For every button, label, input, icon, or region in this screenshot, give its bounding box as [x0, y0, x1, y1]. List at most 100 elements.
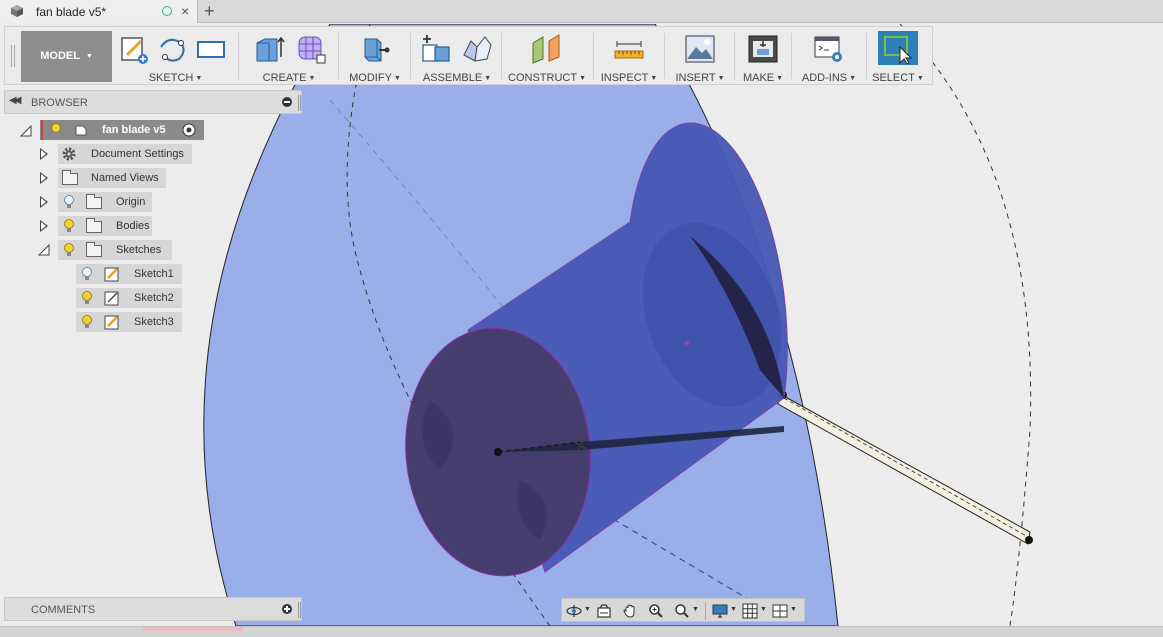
collapse-triangle-icon[interactable]: [38, 244, 50, 256]
spline-icon[interactable]: [157, 33, 189, 65]
display-dropdown-icon[interactable]: ▼: [730, 606, 737, 613]
new-component-icon[interactable]: [419, 33, 451, 65]
visibility-bulb-icon[interactable]: [81, 267, 93, 281]
zoom-icon[interactable]: [648, 603, 664, 619]
select-group-label[interactable]: SELECT ▼: [871, 72, 925, 84]
inspect-group-label[interactable]: INSPECT ▼: [598, 72, 660, 84]
document-tab-bar: fan blade v5* × +: [0, 0, 1163, 23]
component-icon: [75, 125, 87, 136]
browser-root-label: fan blade v5: [102, 124, 166, 136]
sketch-point[interactable]: [1025, 536, 1033, 544]
orbit-dropdown-icon[interactable]: ▼: [584, 606, 591, 613]
browser-item-bodies[interactable]: Bodies: [36, 216, 160, 236]
offset-plane-icon[interactable]: [531, 33, 563, 65]
minimize-icon[interactable]: [282, 97, 292, 107]
add-ins-group: ADD-INS ▼: [796, 27, 862, 86]
document-tab-title: fan blade v5*: [36, 5, 107, 19]
add-comment-icon[interactable]: [282, 604, 292, 614]
nav-divider: [705, 602, 706, 620]
zoom-dropdown-icon[interactable]: ▼: [692, 606, 699, 613]
navigation-bar: ▼ ▼ ▼ ▼ ▼: [561, 598, 805, 622]
visibility-bulb-icon[interactable]: [63, 219, 75, 233]
display-settings-icon[interactable]: [712, 603, 728, 619]
measure-icon[interactable]: [613, 33, 645, 65]
browser-panel-header[interactable]: ◀◀ BROWSER: [4, 90, 302, 114]
visibility-bulb-icon[interactable]: [50, 123, 62, 137]
make-group-label[interactable]: MAKE ▼: [739, 72, 787, 84]
press-pull-icon[interactable]: [359, 33, 391, 65]
ribbon-toolbar: MODEL ▼ SKETCH ▼ CREATE ▼ MODIFY ▼ ASSEM…: [4, 26, 933, 85]
sketch-group-label[interactable]: SKETCH ▼: [117, 72, 234, 84]
toolbar-divider: [734, 33, 735, 79]
browser-item-sketches[interactable]: Sketches: [36, 240, 176, 260]
scripts-icon[interactable]: [813, 33, 845, 65]
form-icon[interactable]: [295, 33, 327, 65]
folder-icon: [62, 170, 78, 185]
panel-resize-grip[interactable]: [298, 95, 301, 111]
orbit-icon[interactable]: [566, 603, 582, 619]
browser-item-sketch2[interactable]: Sketch2: [76, 288, 184, 308]
select-icon[interactable]: [882, 33, 914, 65]
visibility-bulb-icon[interactable]: [81, 315, 93, 329]
expand-triangle-icon[interactable]: [40, 148, 48, 160]
sync-status-icon: [162, 6, 172, 16]
grid-dropdown-icon[interactable]: ▼: [760, 606, 767, 613]
browser-item-named-views[interactable]: Named Views: [36, 168, 176, 188]
browser-item-sketch3[interactable]: Sketch3: [76, 312, 184, 332]
insert-image-icon[interactable]: [684, 33, 716, 65]
modify-group-label[interactable]: MODIFY ▼: [343, 72, 407, 84]
pan-icon[interactable]: [622, 603, 638, 619]
expand-triangle-icon[interactable]: [40, 196, 48, 208]
joint-icon[interactable]: [461, 33, 493, 65]
panel-resize-grip[interactable]: [298, 602, 301, 618]
grid-settings-icon[interactable]: [742, 603, 758, 619]
timeline-strip: [0, 626, 1163, 637]
add-ins-group-label[interactable]: ADD-INS ▼: [796, 72, 862, 84]
plus-icon[interactable]: +: [204, 1, 215, 21]
visibility-bulb-icon[interactable]: [81, 291, 93, 305]
construct-group-label[interactable]: CONSTRUCT ▼: [505, 72, 589, 84]
insert-group: INSERT ▼: [669, 27, 731, 86]
activate-radio-icon[interactable]: [182, 123, 196, 137]
fit-icon[interactable]: [674, 603, 690, 619]
browser-item-label: Document Settings: [91, 148, 184, 160]
assemble-group: ASSEMBLE ▼: [415, 27, 499, 86]
browser-item-label: Origin: [116, 196, 146, 208]
browser-item-label: Named Views: [91, 172, 159, 184]
toolbar-divider: [338, 33, 339, 79]
rectangle-icon[interactable]: [195, 33, 227, 65]
collapse-triangle-icon[interactable]: [20, 125, 32, 137]
sketch-center-point[interactable]: [494, 448, 502, 456]
toolbar-divider: [664, 33, 665, 79]
browser-item-sketch1[interactable]: Sketch1: [76, 264, 184, 284]
create-group-label[interactable]: CREATE ▼: [245, 72, 333, 84]
timeline-marker[interactable]: [143, 627, 243, 631]
viewports-dropdown-icon[interactable]: ▼: [790, 606, 797, 613]
3d-print-icon[interactable]: [747, 33, 779, 65]
visibility-bulb-icon[interactable]: [63, 195, 75, 209]
expand-triangle-icon[interactable]: [40, 172, 48, 184]
look-at-icon[interactable]: [596, 603, 612, 619]
collapse-panel-icon[interactable]: ◀◀: [9, 95, 22, 106]
create-group: CREATE ▼: [245, 27, 333, 86]
document-tab[interactable]: fan blade v5* ×: [0, 0, 198, 23]
viewports-icon[interactable]: [772, 603, 788, 619]
extrude-icon[interactable]: [253, 33, 285, 65]
visibility-bulb-icon[interactable]: [63, 243, 75, 257]
browser-item-origin[interactable]: Origin: [36, 192, 156, 212]
insert-group-label[interactable]: INSERT ▼: [669, 72, 731, 84]
browser-root-row[interactable]: fan blade v5: [20, 120, 210, 140]
toolbar-divider: [238, 33, 239, 79]
make-group: MAKE ▼: [739, 27, 787, 86]
assemble-group-label[interactable]: ASSEMBLE ▼: [415, 72, 499, 84]
comments-panel-header[interactable]: COMMENTS: [4, 597, 302, 621]
browser-item-label: Sketch1: [134, 268, 174, 280]
expand-triangle-icon[interactable]: [40, 220, 48, 232]
create-sketch-icon[interactable]: [119, 33, 151, 65]
box-icon: [11, 5, 23, 17]
browser-item-document-settings[interactable]: Document Settings: [36, 144, 196, 164]
workspace-switcher-button[interactable]: MODEL ▼: [21, 31, 112, 82]
toolbar-grip[interactable]: [11, 45, 15, 67]
close-icon[interactable]: ×: [181, 2, 189, 20]
sketch-icon: [104, 267, 119, 282]
